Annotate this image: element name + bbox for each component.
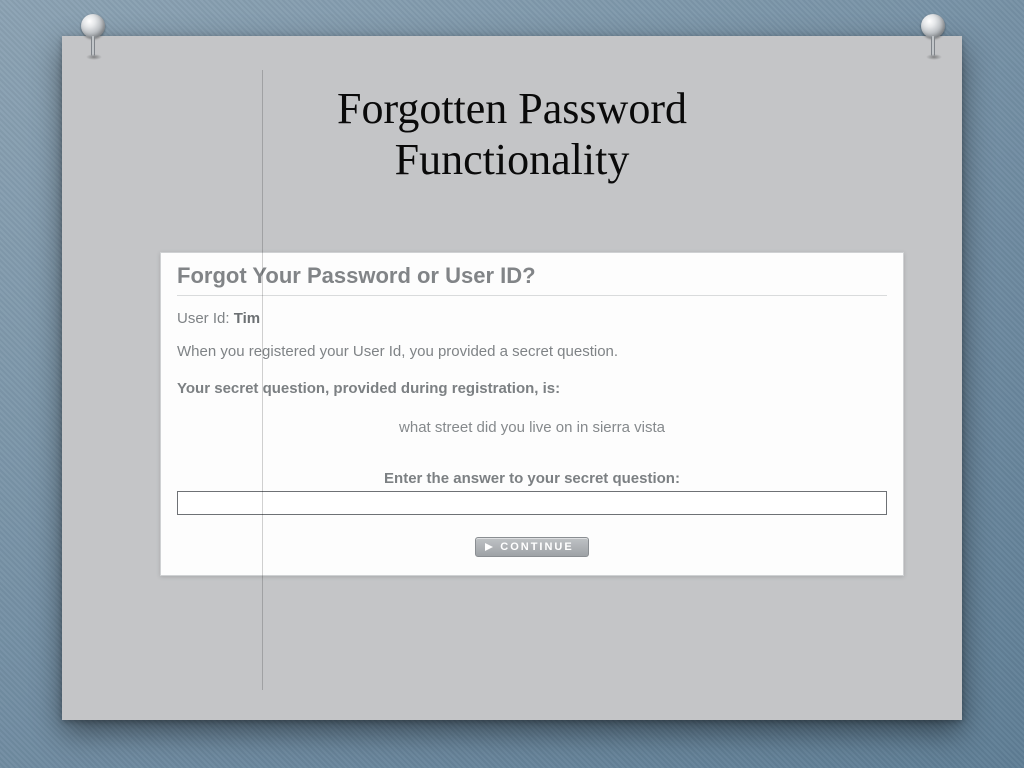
continue-button-label: CONTINUE <box>500 541 573 553</box>
secret-answer-input[interactable] <box>177 491 887 515</box>
forgot-password-panel: Forgot Your Password or User ID? User Id… <box>160 252 904 576</box>
user-id-row: User Id: Tim <box>177 310 887 327</box>
secret-question-heading: Your secret question, provided during re… <box>177 380 887 397</box>
play-icon <box>484 542 494 552</box>
panel-heading: Forgot Your Password or User ID? <box>177 263 887 296</box>
button-row: CONTINUE <box>177 537 887 557</box>
background: Forgotten Password Functionality Forgot … <box>0 0 1024 768</box>
slide-title-line1: Forgotten Password <box>337 84 687 133</box>
secret-question-text: what street did you live on in sierra vi… <box>177 419 887 436</box>
slide-title-line2: Functionality <box>395 135 630 184</box>
user-id-label: User Id: <box>177 310 230 327</box>
registration-description: When you registered your User Id, you pr… <box>177 343 887 360</box>
slide-card: Forgotten Password Functionality Forgot … <box>62 36 962 720</box>
secret-answer-label: Enter the answer to your secret question… <box>177 470 887 487</box>
slide-title: Forgotten Password Functionality <box>62 84 962 185</box>
user-id-value: Tim <box>234 310 260 327</box>
continue-button[interactable]: CONTINUE <box>475 537 588 557</box>
